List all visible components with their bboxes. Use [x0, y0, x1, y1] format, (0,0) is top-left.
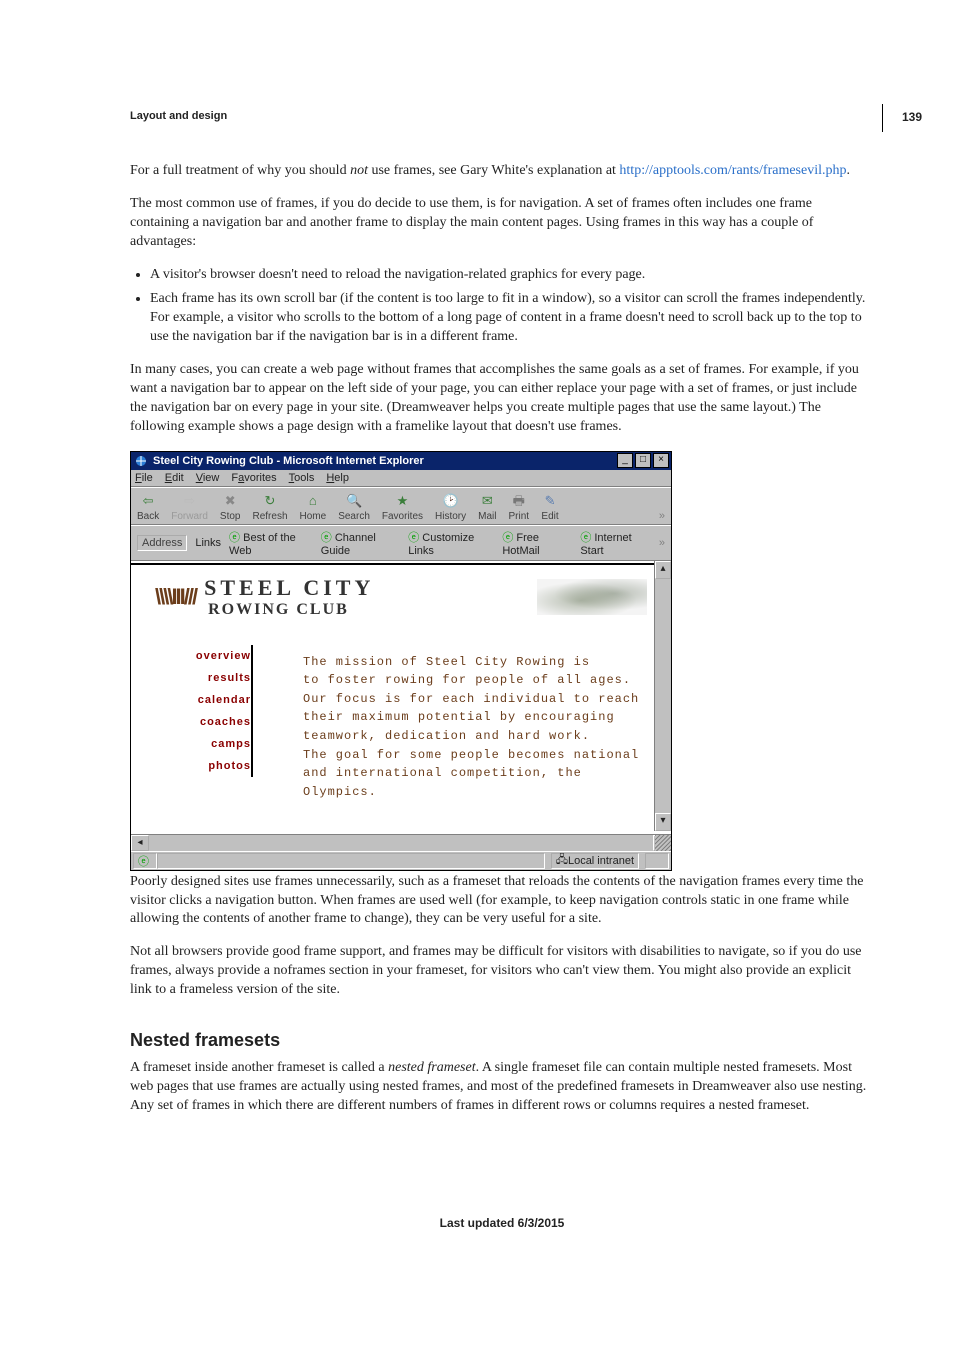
- body-line-2: Our focus is for each individual to reac…: [303, 690, 661, 709]
- paragraph-2: The most common use of frames, if you do…: [130, 195, 874, 252]
- status-grip: [645, 853, 669, 869]
- tb-chevron-icon[interactable]: »: [659, 510, 665, 522]
- nav-camps[interactable]: camps: [143, 733, 253, 755]
- p1-not: not: [350, 163, 368, 178]
- oars-icon: \\\\III///: [155, 584, 196, 610]
- paragraph-5: Not all browsers provide good frame supp…: [130, 943, 874, 1000]
- status-left: [157, 853, 545, 869]
- link-internetstart[interactable]: ⓔ Internet Start: [580, 529, 651, 557]
- menu-view[interactable]: View: [196, 472, 220, 484]
- links-label: Links: [195, 537, 221, 549]
- p1-a: For a full treatment of why you should: [130, 163, 350, 178]
- link-bestoftheweb[interactable]: ⓔ Best of the Web: [229, 529, 313, 557]
- tb-home[interactable]: ⌂Home: [300, 492, 327, 522]
- brand-line1: STEEL CITY: [204, 575, 374, 601]
- advantages-list: A visitor's browser doesn't need to relo…: [130, 266, 874, 348]
- tb-edit[interactable]: ✎Edit: [541, 492, 559, 522]
- menu-file[interactable]: File: [135, 472, 153, 484]
- resize-grip-icon[interactable]: [655, 835, 671, 851]
- addr-chevron-icon[interactable]: »: [659, 537, 665, 549]
- menu-tools[interactable]: Tools: [289, 472, 315, 484]
- ie-content-area: \\\\III/// STEEL CITY ROWING CLUB overvi…: [131, 561, 671, 851]
- ie-window: Steel City Rowing Club - Microsoft Inter…: [130, 451, 672, 871]
- p1-c: use frames, see Gary White's explanation…: [368, 163, 619, 178]
- body-line-5: The goal for some people becomes nationa…: [303, 746, 661, 765]
- ie-app-icon: [135, 455, 149, 467]
- scroll-down-icon[interactable]: ▾: [655, 813, 671, 831]
- tb-print[interactable]: 🖶Print: [508, 492, 529, 522]
- tb-mail[interactable]: ✉Mail: [478, 492, 496, 522]
- scroll-up-icon[interactable]: ▴: [655, 561, 671, 579]
- nav-coaches[interactable]: coaches: [143, 711, 253, 733]
- ie-title: Steel City Rowing Club - Microsoft Inter…: [153, 455, 424, 467]
- nav-results[interactable]: results: [143, 667, 253, 689]
- site-main-text: The mission of Steel City Rowing is to f…: [261, 625, 671, 851]
- ie-minimize-button[interactable]: _: [617, 453, 633, 468]
- menu-edit[interactable]: Edit: [165, 472, 184, 484]
- scroll-left-icon[interactable]: ◂: [131, 835, 149, 851]
- nav-calendar[interactable]: calendar: [143, 689, 253, 711]
- body-line-1: to foster rowing for people of all ages.: [303, 671, 661, 690]
- header-photo: [537, 579, 647, 615]
- body-line-7: Olympics.: [303, 783, 661, 802]
- body-line-0: The mission of Steel City Rowing is: [303, 653, 661, 672]
- ie-maximize-button[interactable]: □: [635, 453, 651, 468]
- p1-d: .: [847, 163, 851, 178]
- status-e-icon: ⓔ: [133, 853, 157, 869]
- tb-stop[interactable]: ✖Stop: [220, 492, 241, 522]
- horizontal-scrollbar[interactable]: ◂ ▸: [131, 834, 671, 851]
- paragraph-4: Poorly designed sites use frames unneces…: [130, 873, 874, 930]
- vertical-scrollbar[interactable]: ▴ ▾: [654, 561, 671, 831]
- ie-menubar: File Edit View Favorites Tools Help: [131, 470, 671, 487]
- nav-overview[interactable]: overview: [143, 645, 253, 667]
- menu-favorites[interactable]: Favorites: [231, 472, 276, 484]
- paragraph-1: For a full treatment of why you should n…: [130, 162, 874, 181]
- tb-favorites[interactable]: ★Favorites: [382, 492, 423, 522]
- ie-close-button[interactable]: ×: [653, 453, 669, 468]
- paragraph-6: A frameset inside another frameset is ca…: [130, 1059, 874, 1116]
- ie-titlebar: Steel City Rowing Club - Microsoft Inter…: [131, 452, 671, 470]
- site-header: \\\\III/// STEEL CITY ROWING CLUB: [131, 565, 671, 625]
- tb-search[interactable]: 🔍Search: [338, 492, 370, 522]
- link-customizelinks[interactable]: ⓔ Customize Links: [408, 529, 494, 557]
- tb-history[interactable]: 🕑History: [435, 492, 466, 522]
- ie-toolbar: ⇦Back ⇨Forward ✖Stop ↻Refresh ⌂Home 🔍Sea…: [131, 487, 671, 525]
- tb-back[interactable]: ⇦Back: [137, 492, 159, 522]
- body-line-4: teamwork, dedication and hard work.: [303, 727, 661, 746]
- addr-label: Address: [137, 535, 187, 551]
- menu-help[interactable]: Help: [326, 472, 349, 484]
- body-line-6: and international competition, the: [303, 764, 661, 783]
- body-line-3: their maximum potential by encouraging: [303, 708, 661, 727]
- advantage-1: A visitor's browser doesn't need to relo…: [150, 266, 874, 285]
- paragraph-3: In many cases, you can create a web page…: [130, 361, 874, 437]
- ie-statusbar: ⓔ 🖧 Local intranet: [131, 851, 671, 870]
- status-zone: 🖧 Local intranet: [551, 853, 639, 869]
- brand-line2: ROWING CLUB: [204, 601, 374, 619]
- p6-nested: nested frameset: [388, 1060, 475, 1075]
- link-freehotmail[interactable]: ⓔ Free HotMail: [502, 529, 572, 557]
- framesevil-link[interactable]: http://apptools.com/rants/framesevil.php: [619, 163, 846, 178]
- site-nav: overview results calendar coaches camps …: [131, 625, 261, 851]
- last-updated: Last updated 6/3/2015: [130, 1216, 874, 1230]
- link-channelguide[interactable]: ⓔ Channel Guide: [321, 529, 400, 557]
- page-number: 139: [888, 110, 922, 124]
- tb-refresh[interactable]: ↻Refresh: [253, 492, 288, 522]
- p6-a: A frameset inside another frameset is ca…: [130, 1060, 388, 1075]
- heading-nested-framesets: Nested framesets: [130, 1030, 874, 1051]
- section-tag: Layout and design: [130, 110, 874, 122]
- ie-addressbar: Address Links ⓔ Best of the Web ⓔ Channe…: [131, 525, 671, 561]
- advantage-2: Each frame has its own scroll bar (if th…: [150, 290, 874, 347]
- tb-forward: ⇨Forward: [171, 492, 208, 522]
- nav-photos[interactable]: photos: [143, 755, 253, 777]
